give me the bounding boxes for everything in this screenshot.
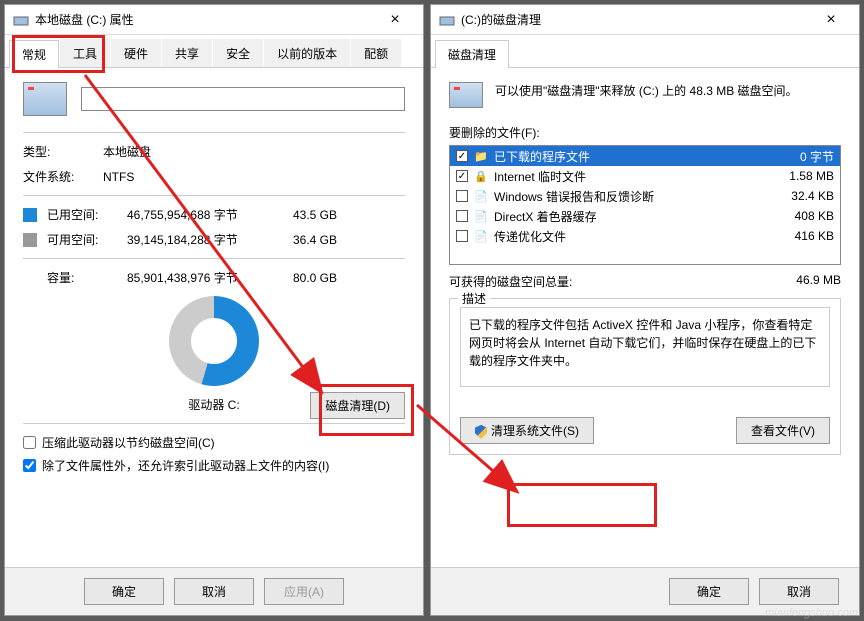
cancel-button[interactable]: 取消 — [759, 578, 839, 605]
content: 可以使用"磁盘清理"来释放 (C:) 上的 48.3 MB 磁盘空间。 要删除的… — [431, 68, 859, 567]
item-checkbox[interactable]: ✓ — [456, 170, 468, 182]
used-label: 已用空间: — [47, 206, 117, 223]
item-checkbox[interactable] — [456, 190, 468, 202]
tab-general[interactable]: 常规 — [9, 40, 59, 68]
clean-sys-label: 清理系统文件(S) — [491, 424, 579, 438]
desc-legend: 描述 — [458, 290, 490, 307]
item-size: 408 KB — [795, 209, 834, 223]
description-fieldset: 描述 已下载的程序文件包括 ActiveX 控件和 Java 小程序，你查看特定… — [449, 298, 841, 455]
tab-cleanup[interactable]: 磁盘清理 — [435, 40, 509, 68]
properties-window: 本地磁盘 (C:) 属性 × 常规 工具 硬件 共享 安全 以前的版本 配额 类… — [4, 4, 424, 616]
compress-label: 压缩此驱动器以节约磁盘空间(C) — [42, 434, 215, 451]
usage-pie-chart — [169, 296, 259, 386]
doc-icon: 📄 — [474, 189, 488, 203]
watermark: mianfengshuo.com — [765, 607, 858, 619]
drive-large-icon — [23, 82, 67, 116]
tab-tools[interactable]: 工具 — [60, 39, 110, 67]
used-size: 43.5 GB — [277, 208, 337, 222]
used-swatch — [23, 208, 37, 222]
disk-cleanup-window: (C:)的磁盘清理 × 磁盘清理 可以使用"磁盘清理"来释放 (C:) 上的 4… — [430, 4, 860, 616]
free-label: 可用空间: — [47, 231, 117, 248]
desc-text: 已下载的程序文件包括 ActiveX 控件和 Java 小程序，你查看特定网页时… — [460, 307, 830, 387]
folder-icon: 📁 — [474, 149, 488, 163]
item-size: 1.58 MB — [789, 169, 834, 183]
total-value: 46.9 MB — [796, 273, 841, 290]
drive-icon — [439, 12, 455, 28]
item-name: 已下载的程序文件 — [494, 148, 794, 165]
disk-cleanup-button[interactable]: 磁盘清理(D) — [310, 392, 405, 419]
cap-label: 容量: — [47, 269, 117, 286]
close-icon[interactable]: × — [811, 11, 851, 29]
doc-icon: 📄 — [474, 209, 488, 223]
clean-system-files-button[interactable]: 清理系统文件(S) — [460, 417, 594, 444]
item-size: 0 字节 — [800, 148, 834, 165]
tab-hardware[interactable]: 硬件 — [111, 39, 161, 67]
file-item[interactable]: 📄 传递优化文件 416 KB — [450, 226, 840, 246]
free-bytes: 39,145,184,288 字节 — [127, 231, 267, 248]
titlebar: 本地磁盘 (C:) 属性 × — [5, 5, 423, 35]
type-value: 本地磁盘 — [103, 143, 151, 160]
index-checkbox[interactable] — [23, 459, 36, 472]
free-size: 36.4 GB — [277, 233, 337, 247]
item-size: 32.4 KB — [791, 189, 834, 203]
index-label: 除了文件属性外，还允许索引此驱动器上文件的内容(I) — [42, 457, 329, 474]
cancel-button[interactable]: 取消 — [174, 578, 254, 605]
close-icon[interactable]: × — [375, 11, 415, 29]
item-name: DirectX 着色器缓存 — [494, 208, 789, 225]
item-name: 传递优化文件 — [494, 228, 789, 245]
button-bar: 确定 取消 应用(A) — [5, 567, 423, 615]
ok-button[interactable]: 确定 — [84, 578, 164, 605]
cap-bytes: 85,901,438,976 字节 — [127, 269, 267, 286]
shield-icon — [475, 425, 487, 439]
titlebar: (C:)的磁盘清理 × — [431, 5, 859, 35]
item-name: Internet 临时文件 — [494, 168, 783, 185]
item-checkbox[interactable]: ✓ — [456, 150, 468, 162]
tab-previous[interactable]: 以前的版本 — [264, 39, 350, 67]
fs-value: NTFS — [103, 170, 134, 184]
used-bytes: 46,755,954,688 字节 — [127, 206, 267, 223]
total-label: 可获得的磁盘空间总量: — [449, 273, 572, 290]
ok-button[interactable]: 确定 — [669, 578, 749, 605]
drive-name-input[interactable] — [81, 87, 405, 111]
apply-button[interactable]: 应用(A) — [264, 578, 344, 605]
type-label: 类型: — [23, 143, 93, 160]
summary-text: 可以使用"磁盘清理"来释放 (C:) 上的 48.3 MB 磁盘空间。 — [495, 82, 841, 101]
drive-icon — [13, 12, 29, 28]
file-list[interactable]: ✓ 📁 已下载的程序文件 0 字节 ✓ 🔒 Internet 临时文件 1.58 MB 📄 Win… — [449, 145, 841, 265]
tab-sharing[interactable]: 共享 — [162, 39, 212, 67]
item-checkbox[interactable] — [456, 210, 468, 222]
free-swatch — [23, 233, 37, 247]
lock-icon: 🔒 — [474, 169, 488, 183]
doc-icon: 📄 — [474, 229, 488, 243]
tabs: 常规 工具 硬件 共享 安全 以前的版本 配额 — [5, 35, 423, 68]
file-item[interactable]: 📄 DirectX 着色器缓存 408 KB — [450, 206, 840, 226]
tab-security[interactable]: 安全 — [213, 39, 263, 67]
file-item[interactable]: ✓ 🔒 Internet 临时文件 1.58 MB — [450, 166, 840, 186]
content: 类型: 本地磁盘 文件系统: NTFS 已用空间: 46,755,954,688 字… — [5, 68, 423, 567]
item-checkbox[interactable] — [456, 230, 468, 242]
files-label: 要删除的文件(F): — [449, 124, 841, 141]
item-name: Windows 错误报告和反馈诊断 — [494, 188, 785, 205]
compress-checkbox[interactable] — [23, 436, 36, 449]
cap-size: 80.0 GB — [277, 271, 337, 285]
view-files-button[interactable]: 查看文件(V) — [736, 417, 830, 444]
file-item[interactable]: 📄 Windows 错误报告和反馈诊断 32.4 KB — [450, 186, 840, 206]
drive-icon — [449, 82, 483, 108]
item-size: 416 KB — [795, 229, 834, 243]
file-item[interactable]: ✓ 📁 已下载的程序文件 0 字节 — [450, 146, 840, 166]
fs-label: 文件系统: — [23, 168, 93, 185]
window-title: (C:)的磁盘清理 — [461, 11, 811, 28]
tab-quota[interactable]: 配额 — [351, 39, 401, 67]
tabs: 磁盘清理 — [431, 35, 859, 68]
window-title: 本地磁盘 (C:) 属性 — [35, 11, 375, 28]
